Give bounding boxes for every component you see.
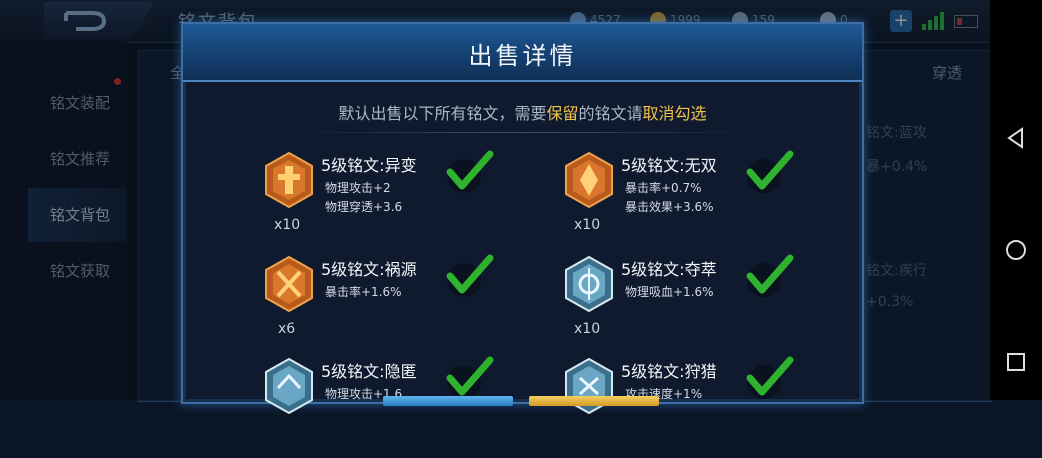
android-nav-bar [990, 0, 1042, 400]
rune-name: 5级铭文:无双 [621, 156, 717, 175]
notice-keep-highlight: 保留 [546, 104, 579, 123]
notice-text: 的铭文请 [578, 104, 643, 123]
rune-item[interactable]: 5级铭文:狩猎 攻击速度+1% [564, 356, 824, 458]
back-triangle-icon[interactable] [1004, 126, 1028, 150]
orange-rune-icon [565, 152, 613, 208]
notice-uncheck-highlight: 取消勾选 [642, 104, 707, 123]
rune-name: 5级铭文:异变 [321, 156, 417, 175]
confirm-button[interactable] [529, 396, 659, 406]
dialog-header: 出售详情 [183, 24, 862, 82]
rune-item[interactable]: x10 5级铭文:夺萃 物理吸血+1.6% [564, 254, 824, 356]
cancel-button[interactable] [383, 396, 513, 406]
blue-rune-icon [565, 256, 613, 312]
sell-notice: 默认出售以下所有铭文，需要保留的铭文请取消勾选 [183, 100, 862, 124]
rune-item[interactable]: 5级铭文:隐匿 物理攻击+1.6 [264, 356, 524, 458]
rune-attr: 暴击率+0.7% [625, 181, 702, 195]
checked-checkmark-icon[interactable] [444, 150, 494, 194]
rune-count: x10 [574, 217, 601, 233]
dialog-title: 出售详情 [468, 42, 577, 70]
checked-checkmark-icon[interactable] [444, 254, 494, 298]
checked-checkmark-icon[interactable] [744, 356, 794, 400]
rune-attr: 暴击率+1.6% [325, 285, 402, 299]
home-circle-icon[interactable] [1004, 238, 1028, 262]
rune-attr: 物理攻击+2 [325, 181, 391, 195]
notice-text: 默认出售以下所有铭文，需要 [338, 104, 547, 123]
rune-name: 5级铭文:隐匿 [321, 362, 417, 381]
rune-item[interactable]: x10 5级铭文:异变 物理攻击+2 物理穿透+3.6 [264, 150, 524, 252]
rune-count: x6 [278, 321, 296, 337]
checked-checkmark-icon[interactable] [744, 254, 794, 298]
divider [291, 132, 753, 133]
rune-attr: 暴击效果+3.6% [625, 200, 714, 214]
checked-checkmark-icon[interactable] [444, 356, 494, 400]
rune-item[interactable]: x6 5级铭文:祸源 暴击率+1.6% [264, 254, 524, 356]
rune-name: 5级铭文:夺萃 [621, 260, 717, 279]
rune-name: 5级铭文:狩猎 [621, 362, 717, 381]
checked-checkmark-icon[interactable] [744, 150, 794, 194]
orange-rune-icon [265, 256, 313, 312]
rune-count: x10 [274, 217, 301, 233]
rune-count: x10 [574, 321, 601, 337]
rune-attr: 物理穿透+3.6 [325, 200, 403, 214]
recents-square-icon[interactable] [1004, 350, 1028, 374]
sell-details-dialog: 出售详情 默认出售以下所有铭文，需要保留的铭文请取消勾选 x10 5级铭文:异变… [181, 22, 864, 414]
rune-item[interactable]: x10 5级铭文:无双 暴击率+0.7% 暴击效果+3.6% [564, 150, 824, 252]
rune-attr: 物理吸血+1.6% [625, 285, 714, 299]
blue-rune-icon [265, 358, 313, 414]
rune-name: 5级铭文:祸源 [321, 260, 417, 279]
orange-rune-icon [265, 152, 313, 208]
